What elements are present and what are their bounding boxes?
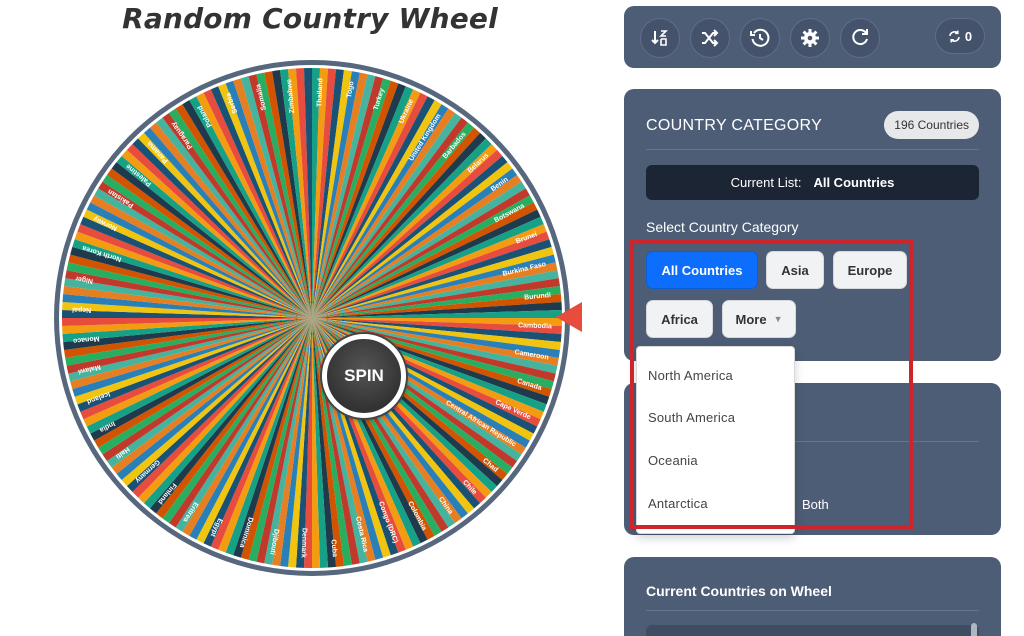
page-title: Random Country Wheel — [122, 2, 498, 35]
country-list-box[interactable] — [646, 625, 979, 636]
dropdown-item-north-america[interactable]: North America — [648, 368, 733, 383]
settings-button[interactable] — [790, 18, 830, 58]
sync-icon — [949, 30, 960, 42]
category-africa-button[interactable]: Africa — [646, 300, 713, 338]
redo-icon — [852, 29, 868, 46]
wheel-pointer-icon — [556, 302, 582, 332]
current-countries-panel: Current Countries on Wheel — [624, 557, 1001, 636]
divider — [646, 610, 979, 611]
category-all-countries-button[interactable]: All Countries — [646, 251, 758, 289]
wheel-country-label: Nepal — [72, 306, 91, 314]
shuffle-button[interactable] — [690, 18, 730, 58]
category-europe-button[interactable]: Europe — [833, 251, 907, 289]
category-asia-button[interactable]: Asia — [766, 251, 824, 289]
wheel-graphic: Thailand Togo Turkey UkraineUnited Kingdom B… — [54, 60, 570, 576]
current-list-label: Current List: — [730, 175, 802, 190]
caret-down-icon: ▼ — [773, 314, 783, 324]
sort-button[interactable] — [640, 18, 680, 58]
spin-button[interactable]: SPIN — [322, 334, 406, 418]
more-label: More — [735, 311, 767, 327]
current-list-value: All Countries — [813, 175, 895, 190]
history-icon — [750, 28, 770, 47]
sort-icon — [651, 30, 668, 46]
dropdown-item-south-america[interactable]: South America — [648, 410, 735, 425]
category-panel: COUNTRY CATEGORY 196 Countries Current L… — [624, 89, 1001, 361]
wheel-country-label: Cambodia — [518, 322, 552, 330]
toolbar-panel: 0 — [624, 6, 1001, 68]
scrollbar-thumb[interactable] — [971, 623, 977, 636]
country-wheel[interactable]: Thailand Togo Turkey Ukraine United Kingdom B… — [52, 58, 572, 578]
shuffle-icon — [702, 29, 719, 47]
dropdown-item-antarctica[interactable]: Antarctica — [648, 496, 708, 511]
current-list-bar: Current List: All Countries — [646, 165, 979, 200]
current-countries-title: Current Countries on Wheel — [646, 583, 832, 599]
divider — [646, 149, 979, 150]
wheel-country-label: Denmark — [300, 528, 308, 558]
spin-counter[interactable]: 0 — [935, 18, 985, 54]
select-category-label: Select Country Category — [646, 219, 799, 235]
counter-value: 0 — [964, 28, 973, 44]
history-button[interactable] — [740, 18, 780, 58]
category-title: COUNTRY CATEGORY — [646, 117, 823, 134]
gear-icon — [801, 29, 819, 47]
redo-button[interactable] — [840, 18, 880, 58]
more-dropdown-menu: North America South America Oceania Anta… — [636, 346, 795, 534]
category-more-button[interactable]: More ▼ — [722, 300, 796, 338]
wheel-country-label: Thailand — [316, 78, 324, 107]
dropdown-item-oceania[interactable]: Oceania — [648, 453, 698, 468]
both-option-label[interactable]: Both — [802, 497, 829, 512]
country-count-badge: 196 Countries — [884, 111, 979, 139]
